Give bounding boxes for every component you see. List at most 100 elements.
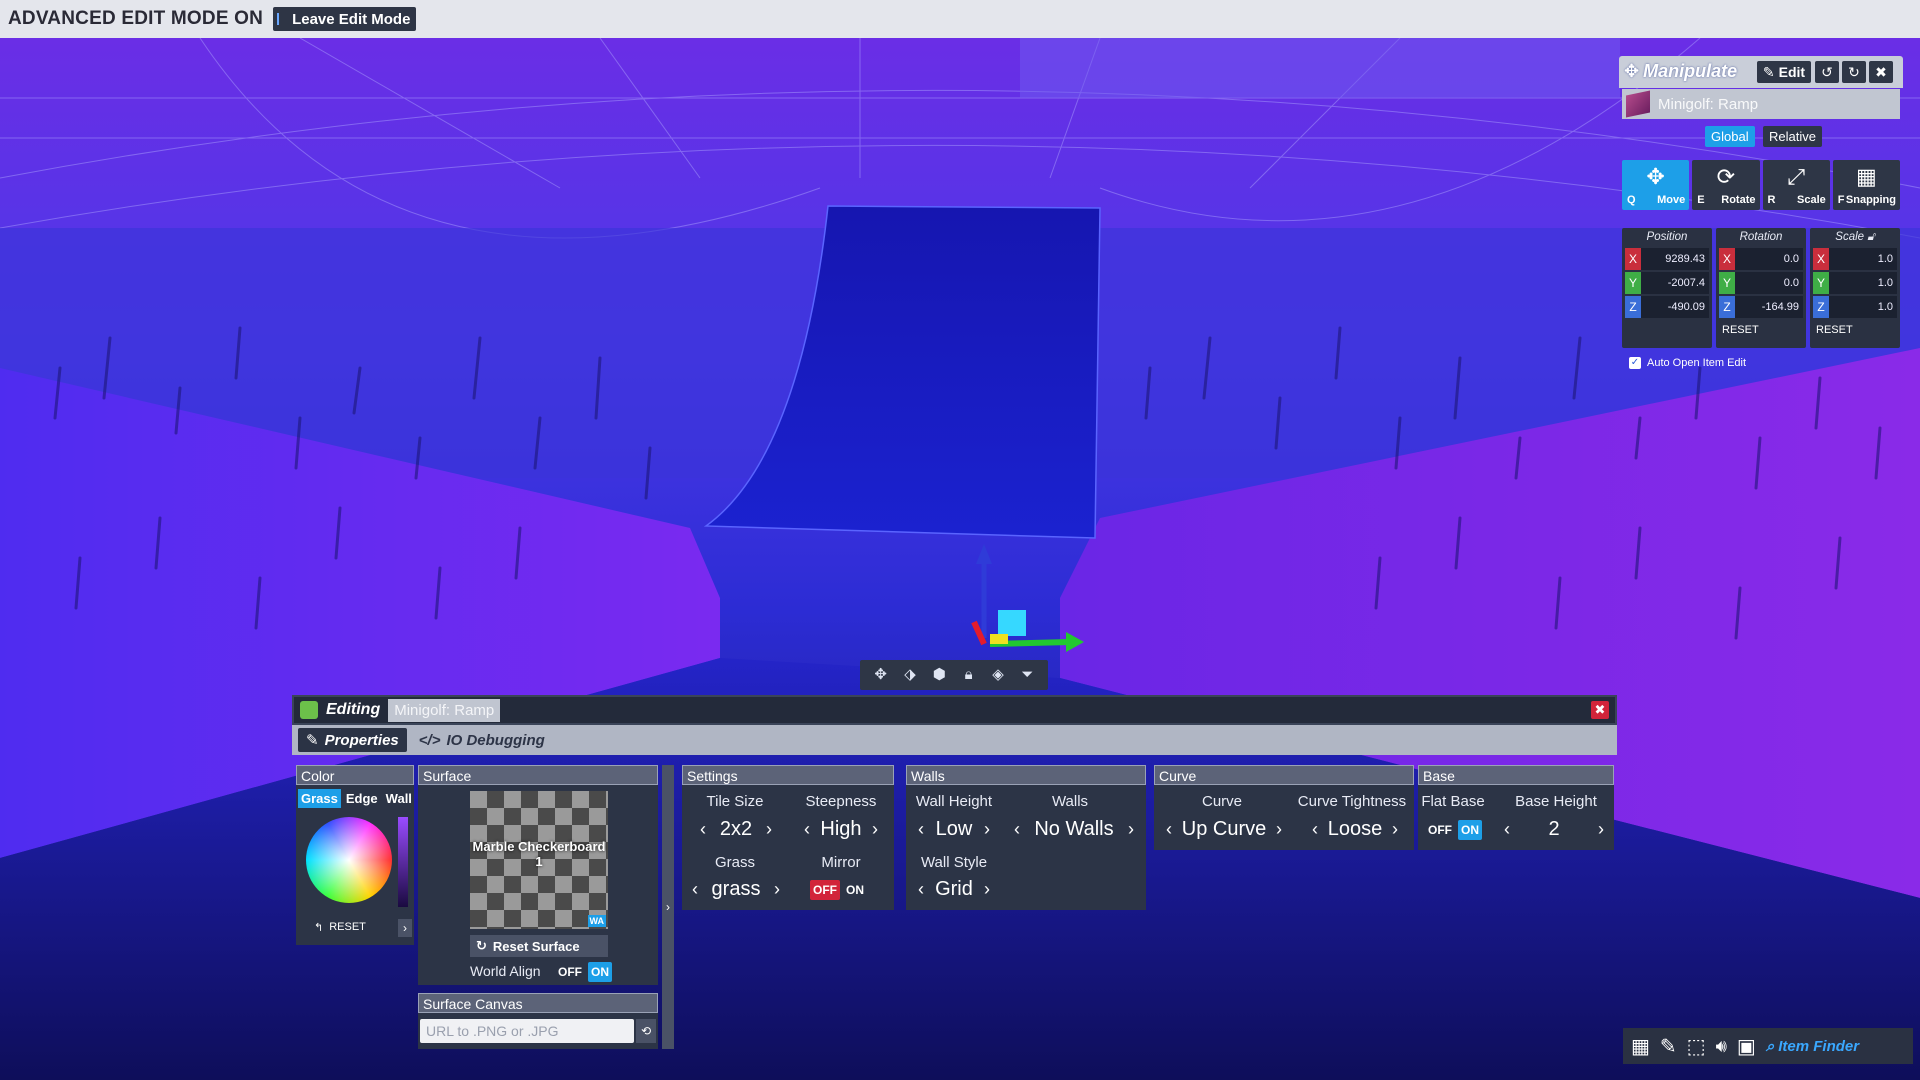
item-finder-button[interactable]: ⌕ Item Finder (1766, 1038, 1859, 1055)
relative-space-button[interactable]: Relative (1763, 126, 1822, 147)
redo-button[interactable]: ↻ (1842, 61, 1866, 83)
world-align-badge: WA (587, 915, 606, 927)
move-tool-button[interactable]: ✥ Q Move (1622, 160, 1690, 210)
chevron-right-icon[interactable]: › (980, 819, 994, 840)
chevron-left-icon[interactable]: ‹ (1010, 819, 1024, 840)
scale-z-input[interactable]: 1.0 (1829, 296, 1897, 318)
color-tab-edge[interactable]: Edge (343, 789, 381, 808)
rotation-y-input[interactable]: 0.0 (1735, 272, 1803, 294)
brush-icon: ✎ (306, 732, 319, 749)
rotate-tool-button[interactable]: ⟳ E Rotate (1692, 160, 1760, 210)
grid-icon[interactable]: ▦ (1631, 1034, 1650, 1059)
wall-style-stepper[interactable]: ‹ Grid › (914, 875, 994, 903)
chevron-left-icon[interactable]: ‹ (1162, 819, 1176, 840)
flat-base-toggle[interactable]: OFF ON (1426, 819, 1482, 841)
surface-texture-thumbnail[interactable]: Marble Checkerboard 1 WA (470, 791, 608, 929)
chevron-right-icon[interactable]: › (1124, 819, 1138, 840)
chevron-right-icon[interactable]: › (762, 819, 776, 840)
rotation-reset-button[interactable]: RESET (1716, 320, 1806, 340)
screenshot-icon[interactable]: ▣ (1737, 1034, 1756, 1059)
chevron-left-icon[interactable]: ‹ (800, 819, 814, 840)
chevron-right-icon[interactable]: › (770, 879, 784, 900)
scale-y-input[interactable]: 1.0 (1829, 272, 1897, 294)
base-section: Base Flat Base Base Height OFF ON ‹ 2 › (1418, 765, 1614, 850)
auto-open-item-edit[interactable]: ✓ Auto Open Item Edit (1629, 357, 1746, 369)
surface-canvas-apply-button[interactable]: ⟲ (636, 1019, 656, 1043)
chevron-right-icon[interactable]: › (868, 819, 882, 840)
snapping-tool-button[interactable]: ▦ F Snapping (1832, 160, 1900, 210)
manipulate-header[interactable]: ✥ Manipulate ✎ Edit ↺ ↻ ✖ (1619, 56, 1903, 88)
surface-canvas-url-input[interactable]: URL to .PNG or .JPG (420, 1019, 634, 1043)
y-axis-label: Y (1719, 272, 1735, 294)
curve-stepper[interactable]: ‹ Up Curve › (1162, 815, 1286, 843)
chevron-right-icon[interactable]: › (980, 879, 994, 900)
leave-edit-mode-button[interactable]: Leave Edit Mode (273, 7, 417, 31)
code-icon: </> (418, 731, 441, 749)
walls-header: Walls (906, 765, 1146, 785)
auto-open-checkbox[interactable]: ✓ (1629, 357, 1641, 369)
position-y-input[interactable]: -2007.4 (1641, 272, 1709, 294)
scale-tool-button[interactable]: ⤢ R Scale (1762, 160, 1830, 210)
global-space-button[interactable]: Global (1705, 126, 1755, 147)
unlock-icon[interactable]: 🔓︎ (1867, 231, 1874, 243)
scale-x-input[interactable]: 1.0 (1829, 248, 1897, 270)
funnel-icon[interactable]: ⏷ (1018, 666, 1036, 684)
color-expand-button[interactable]: › (398, 919, 412, 937)
rotation-x-input[interactable]: 0.0 (1735, 248, 1803, 270)
tile-size-stepper[interactable]: ‹ 2x2 › (696, 815, 776, 843)
base-height-stepper[interactable]: ‹ 2 › (1500, 815, 1608, 843)
chevron-left-icon[interactable]: ‹ (696, 819, 710, 840)
wall-height-label: Wall Height (915, 793, 993, 810)
mirror-toggle[interactable]: OFF ON (810, 879, 866, 901)
editing-header[interactable]: Editing Minigolf: Ramp ✖ (292, 695, 1617, 725)
rotation-z-input[interactable]: -164.99 (1735, 296, 1803, 318)
selection-icon[interactable]: ⬚ (1687, 1034, 1706, 1059)
chevron-right-icon[interactable]: › (1272, 819, 1286, 840)
grass-stepper[interactable]: ‹ grass › (688, 875, 784, 903)
undo-icon: ↺ (1821, 64, 1833, 80)
speaker-icon[interactable]: 🔊︎ (1716, 1036, 1727, 1057)
reset-surface-button[interactable]: ↻ Reset Surface (470, 935, 608, 957)
walls-stepper[interactable]: ‹ No Walls › (1010, 815, 1138, 843)
steepness-stepper[interactable]: ‹ High › (800, 815, 882, 843)
edit-button[interactable]: ✎ Edit (1757, 61, 1811, 83)
position-x-input[interactable]: 9289.43 (1641, 248, 1709, 270)
collapse-handle[interactable]: › (662, 765, 674, 1049)
chevron-left-icon[interactable]: ‹ (1308, 819, 1322, 840)
brightness-slider[interactable] (398, 817, 408, 907)
lock-icon[interactable]: 🔒︎ (960, 666, 978, 684)
cube-icon[interactable]: ◈ (989, 666, 1007, 684)
tab-io-debugging[interactable]: </> IO Debugging (411, 728, 553, 752)
close-editing-button[interactable]: ✖ (1591, 701, 1609, 719)
tag-icon[interactable]: ⬗ (901, 666, 919, 684)
shield-icon[interactable]: ⬢ (930, 666, 948, 684)
redo-icon: ↻ (1848, 64, 1860, 80)
editing-title: Editing (326, 701, 381, 718)
scale-column: Scale 🔓︎ X 1.0 Y 1.0 Z 1.0 RESET (1810, 228, 1900, 348)
undo-button[interactable]: ↺ (1815, 61, 1839, 83)
chevron-left-icon[interactable]: ‹ (688, 879, 702, 900)
color-reset-button[interactable]: ↰ RESET (314, 921, 366, 934)
chevron-left-icon[interactable]: ‹ (1500, 819, 1514, 840)
chevron-left-icon[interactable]: ‹ (914, 819, 928, 840)
color-header: Color (296, 765, 414, 785)
exit-icon (277, 13, 286, 25)
move-icon[interactable]: ✥ (872, 666, 890, 684)
leave-edit-mode-label: Leave Edit Mode (292, 10, 411, 28)
curve-tightness-stepper[interactable]: ‹ Loose › (1308, 815, 1402, 843)
color-tab-wall[interactable]: Wall (383, 789, 415, 808)
chevron-left-icon[interactable]: ‹ (914, 879, 928, 900)
hammer-icon[interactable]: ✎ (1660, 1034, 1677, 1059)
color-tab-grass[interactable]: Grass (298, 789, 341, 808)
position-z-input[interactable]: -490.09 (1641, 296, 1709, 318)
chevron-right-icon[interactable]: › (1594, 819, 1608, 840)
chevron-right-icon[interactable]: › (1388, 819, 1402, 840)
close-button[interactable]: ✖ (1869, 61, 1893, 83)
world-align-toggle[interactable]: OFF ON (556, 961, 612, 983)
wall-height-stepper[interactable]: ‹ Low › (914, 815, 994, 843)
tab-properties[interactable]: ✎ Properties (298, 728, 407, 752)
flat-base-label: Flat Base (1421, 793, 1485, 810)
y-axis-label: Y (1625, 272, 1641, 294)
wall-style-label: Wall Style (920, 854, 988, 871)
scale-reset-button[interactable]: RESET (1810, 320, 1900, 340)
